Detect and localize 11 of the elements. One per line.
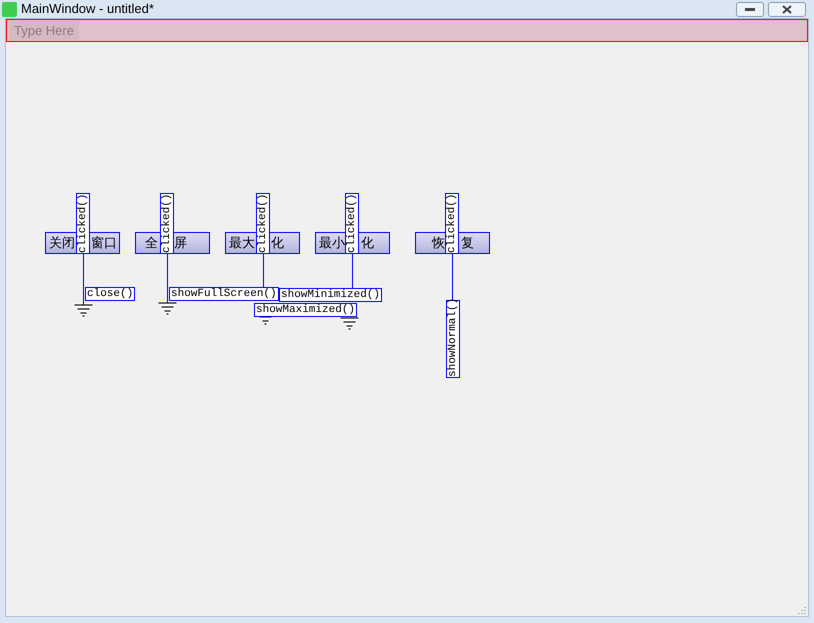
window-title: MainWindow - untitled* bbox=[21, 0, 154, 18]
signal-tooltip: clicked() bbox=[445, 193, 459, 254]
slot-label: close() bbox=[85, 287, 136, 301]
signal-tooltip: clicked() bbox=[345, 193, 359, 254]
slot-label: showFullScreen() bbox=[169, 287, 279, 301]
slot-label: showNormal() bbox=[446, 300, 460, 378]
slot-label: showMinimized() bbox=[279, 288, 382, 302]
slot-label: showMaximized() bbox=[254, 303, 358, 317]
signal-tooltip: clicked() bbox=[256, 193, 270, 254]
signal-tooltip: clicked() bbox=[76, 193, 90, 254]
signal-tooltip: clicked() bbox=[160, 193, 174, 254]
